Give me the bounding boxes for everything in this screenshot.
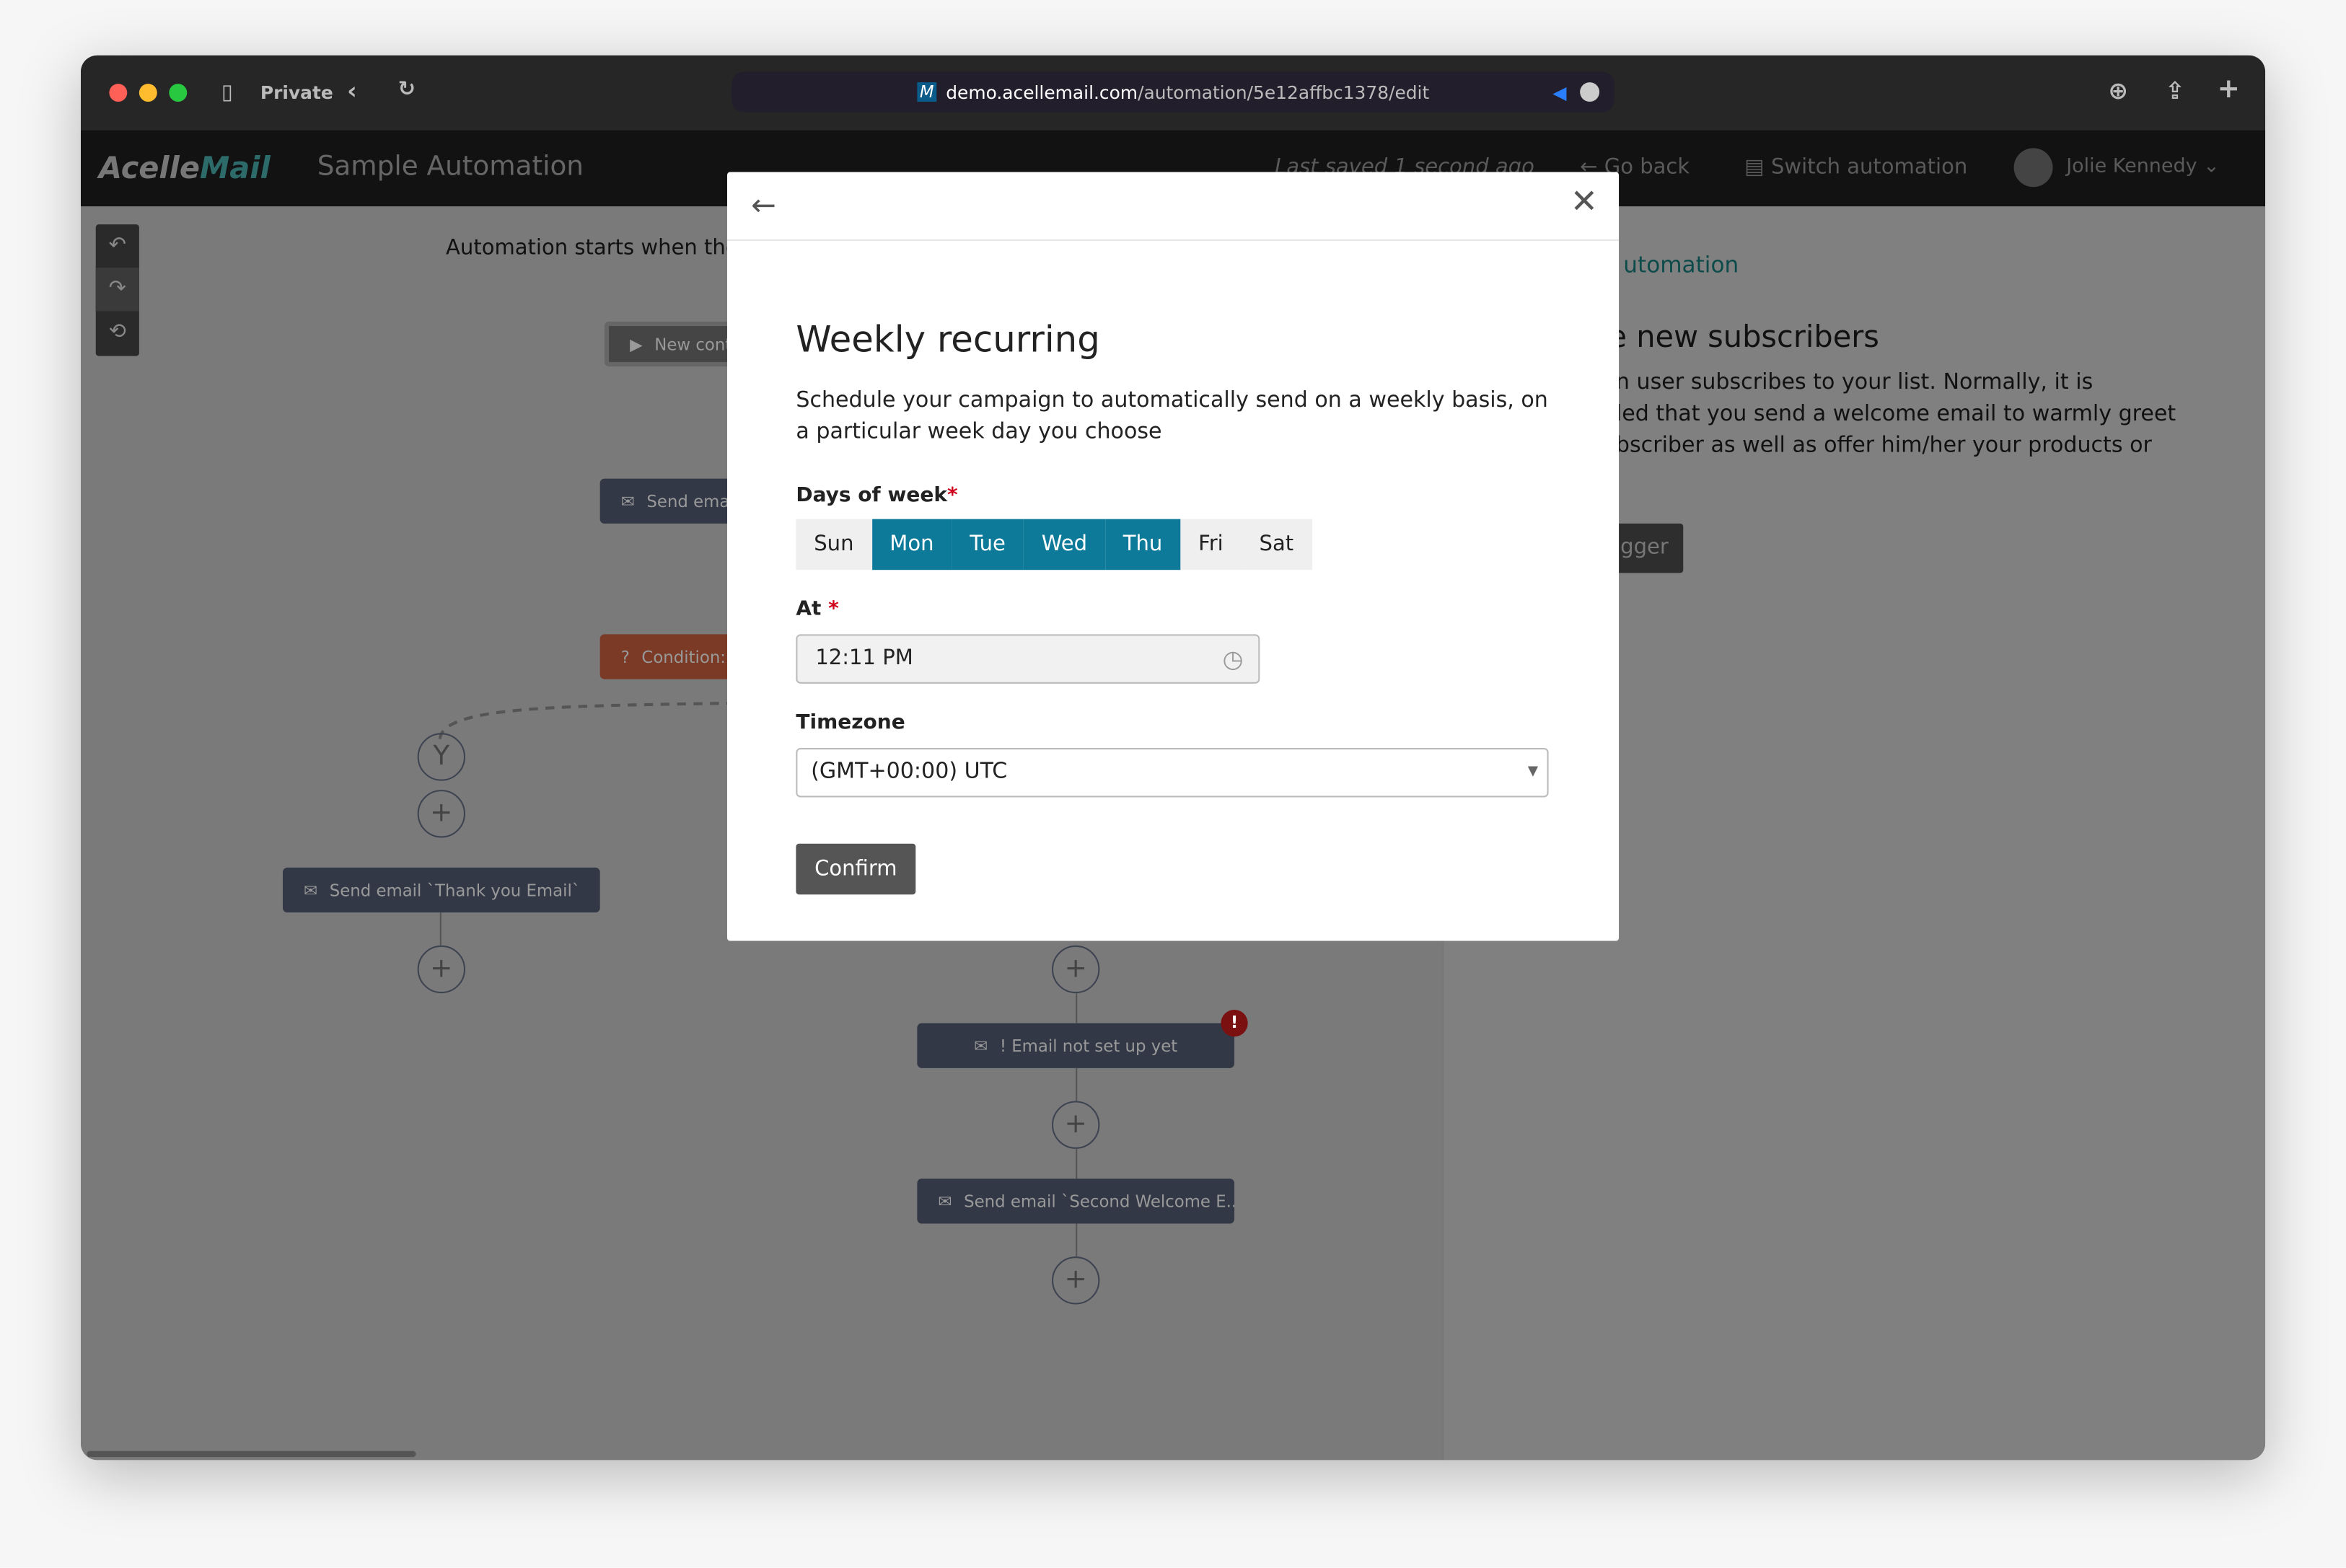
new-tab-icon[interactable]: + xyxy=(2218,74,2240,105)
browser-toolbar: ▯ Private ‹ ↻ M demo.acellemail.com/auto… xyxy=(80,55,2266,131)
modal-title: Weekly recurring xyxy=(796,318,1100,361)
reload-icon[interactable]: ↻ xyxy=(398,78,416,102)
days-of-week-selector: Sun Mon Tue Wed Thu Fri Sat xyxy=(796,519,1312,571)
warning-icon: ! xyxy=(1221,1009,1248,1037)
day-tue[interactable]: Tue xyxy=(952,519,1024,571)
user-menu[interactable]: Jolie Kennedy ⌄ xyxy=(2066,156,2220,178)
modal-description: Schedule your campaign to automatically … xyxy=(796,389,1548,444)
yes-branch-marker: Y xyxy=(417,733,466,781)
add-step-button[interactable]: + xyxy=(1052,945,1100,994)
sidebar-icon[interactable]: ▯ xyxy=(221,81,233,105)
back-icon[interactable]: ‹ xyxy=(347,76,357,105)
minimize-window-button[interactable] xyxy=(139,84,157,102)
day-mon[interactable]: Mon xyxy=(871,519,952,571)
add-step-button[interactable]: + xyxy=(1052,1256,1100,1305)
avatar[interactable] xyxy=(2013,148,2053,188)
horizontal-scrollbar[interactable] xyxy=(87,1450,416,1458)
automation-link[interactable]: utomation xyxy=(1623,251,1739,278)
at-label: At * xyxy=(796,596,839,621)
day-thu[interactable]: Thu xyxy=(1104,519,1181,571)
send-email-node[interactable]: ✉ Send email xyxy=(599,478,735,524)
logo[interactable]: AcelleMail xyxy=(99,149,271,185)
close-icon[interactable]: ✕ xyxy=(1570,184,1598,221)
envelope-icon: ✉ xyxy=(304,880,318,900)
url-path: /automation/5e12affbc1378/edit xyxy=(1138,82,1430,103)
branch-connector xyxy=(438,701,739,739)
switch-automation-link[interactable]: ▤ Switch automation xyxy=(1744,156,1967,180)
envelope-icon: ✉ xyxy=(974,1036,988,1056)
add-step-button[interactable]: + xyxy=(417,790,466,838)
weekly-recurring-modal: ← ✕ Weekly recurring Schedule your campa… xyxy=(726,172,1620,941)
panel-heading: e new subscribers xyxy=(1608,318,1879,355)
envelope-icon: ✉ xyxy=(938,1191,952,1211)
share-icon[interactable]: ⇪ xyxy=(2165,76,2185,105)
automation-title[interactable]: Sample Automation xyxy=(317,151,584,182)
speaker-icon[interactable]: ◀ xyxy=(1552,82,1566,102)
site-icon: M xyxy=(916,82,937,102)
close-window-button[interactable] xyxy=(109,84,128,102)
clock-icon: ◷ xyxy=(1222,644,1244,674)
email-not-setup-node[interactable]: ✉! Email not set up yet xyxy=(917,1023,1235,1068)
day-sun[interactable]: Sun xyxy=(796,519,872,571)
condition-node[interactable]: ? Condition: xyxy=(599,634,735,679)
play-icon: ▶ xyxy=(630,334,643,354)
add-step-button[interactable]: + xyxy=(1052,1101,1100,1149)
day-sat[interactable]: Sat xyxy=(1241,519,1312,571)
add-step-button[interactable]: + xyxy=(417,945,466,994)
second-welcome-email-node[interactable]: ✉ Send email `Second Welcome E... xyxy=(917,1179,1235,1224)
maximize-window-button[interactable] xyxy=(169,84,188,102)
more-icon[interactable] xyxy=(1580,82,1600,102)
confirm-button[interactable]: Confirm xyxy=(796,843,916,895)
canvas-tools: ↶ ↷ ⟲ xyxy=(95,224,139,356)
address-bar[interactable]: M demo.acellemail.com/automation/5e12aff… xyxy=(732,71,1614,113)
trigger-button[interactable]: gger xyxy=(1608,523,1684,573)
day-fri[interactable]: Fri xyxy=(1180,519,1242,571)
back-arrow-icon[interactable]: ← xyxy=(751,187,776,223)
private-label: Private xyxy=(260,82,333,104)
history-icon[interactable]: ⟲ xyxy=(96,311,139,354)
download-icon[interactable]: ⊕ xyxy=(2108,76,2128,105)
undo-icon[interactable]: ↶ xyxy=(96,224,139,268)
days-label: Days of week* xyxy=(796,483,958,508)
time-input[interactable]: 12:11 PM ◷ xyxy=(796,634,1260,684)
question-icon: ? xyxy=(620,647,630,666)
url-domain: demo.acellemail.com xyxy=(946,82,1138,103)
day-wed[interactable]: Wed xyxy=(1023,519,1105,571)
thank-you-email-node[interactable]: ✉ Send email `Thank you Email` xyxy=(282,867,600,913)
start-text: Automation starts when the xyxy=(446,236,739,260)
redo-icon[interactable]: ↷ xyxy=(95,268,139,312)
panel-description: n user subscribes to your list. Normally… xyxy=(1615,371,2176,458)
timezone-select[interactable]: (GMT+00:00) UTC ▼ xyxy=(796,748,1549,798)
chevron-down-icon: ▼ xyxy=(1527,764,1539,780)
envelope-icon: ✉ xyxy=(620,491,635,511)
trigger-node[interactable]: ▶New contact xyxy=(604,321,739,367)
timezone-label: Timezone xyxy=(796,710,905,735)
